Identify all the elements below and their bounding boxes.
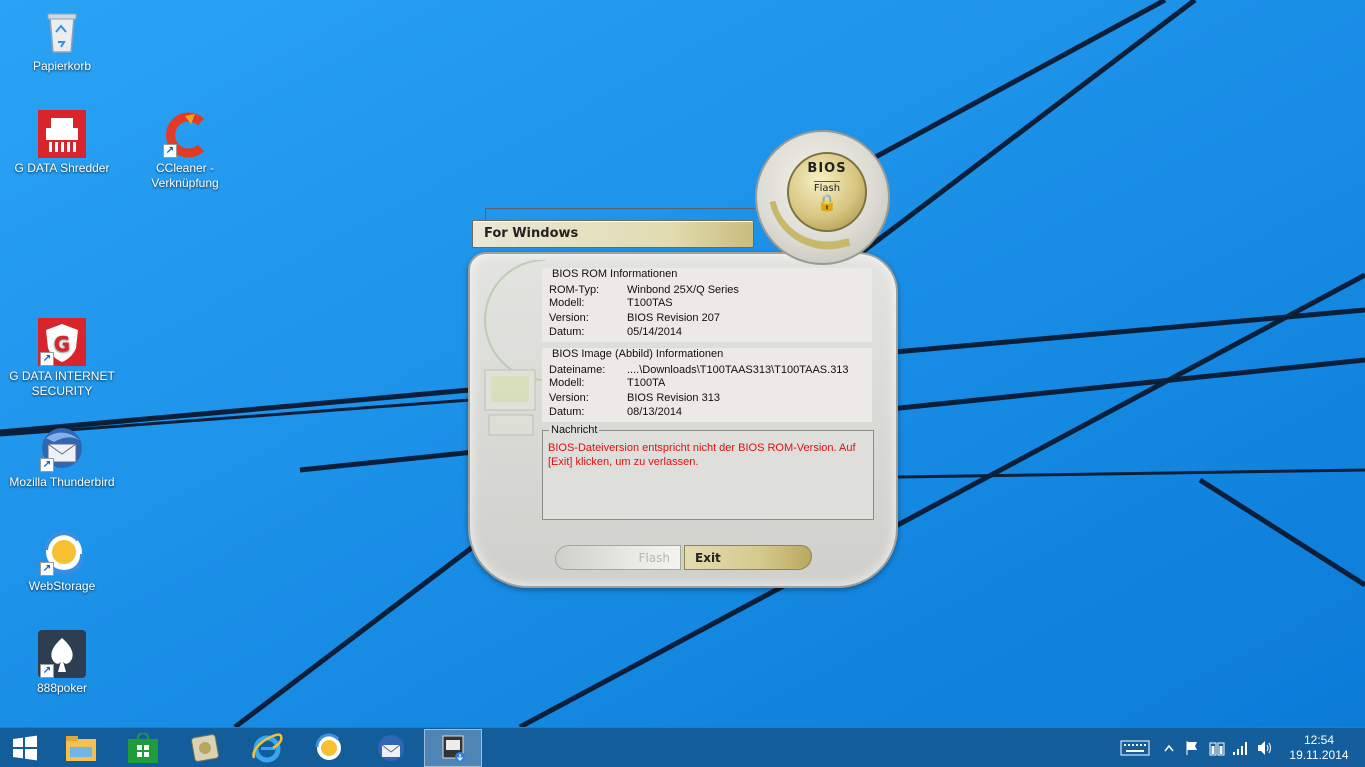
rom-row: Modell: T100TAS [549,297,869,311]
rom-row: Datum: 05/14/2014 [549,326,869,340]
desktop-icon-thunderbird[interactable]: ↗ Mozilla Thunderbird [7,424,117,490]
taskbar-internet-explorer[interactable] [238,729,296,767]
message-box: Nachricht BIOS-Dateiversion entspricht n… [542,424,874,520]
store-icon [128,733,158,763]
rom-info-panel: BIOS ROM Informationen ROM-Typ: Winbond 2… [542,268,872,342]
shortcut-arrow-icon: ↗ [163,144,177,158]
bios-flash-window: For Windows BIOS Flash 🔒 BIOS ROM Inform… [465,130,900,590]
rom-value: 05/14/2014 [627,326,683,338]
badge-inner: BIOS Flash 🔒 [787,152,867,232]
desktop-icon-label: Mozilla Thunderbird [9,475,115,489]
desktop-icon-papierkorb[interactable]: Papierkorb [7,8,117,74]
image-row: Datum: 08/13/2014 [549,406,869,420]
lock-icon: 🔒 [817,193,837,212]
clock-time: 12:54 [1303,733,1335,747]
shortcut-arrow-icon: ↗ [40,562,54,576]
flash-button[interactable]: Flash [555,545,681,570]
taskbar-clock[interactable]: 12:54 19.11.2014 [1289,733,1349,763]
webstorage-icon [315,733,341,760]
start-button[interactable] [0,729,50,767]
show-hidden-icons-icon[interactable] [1164,728,1174,767]
image-key: Version: [549,392,589,404]
bios-tool-icon [191,734,219,762]
internet-explorer-icon [252,733,283,763]
action-center-flag-icon[interactable] [1184,728,1200,767]
ccleaner-icon: ↗ [161,110,209,158]
keyboard-icon[interactable] [1120,728,1150,767]
exit-button[interactable]: Exit [684,545,812,570]
folder-icon [66,736,96,761]
desktop-icon-label: WebStorage [28,579,96,593]
svg-text:G: G [54,332,70,356]
desktop-icon-888poker[interactable]: ↗ 888poker [7,630,117,696]
computer-illustration [484,260,545,436]
recycle-bin-icon [38,8,86,56]
taskbar: 12:54 19.11.2014 [0,727,1365,767]
image-info-panel: BIOS Image (Abbild) Informationen Datein… [542,348,872,422]
image-value: BIOS Revision 313 [627,392,720,404]
rom-row: Version: BIOS Revision 207 [549,312,869,326]
rom-value: T100TAS [627,297,673,309]
taskbar-file-explorer[interactable] [52,729,110,767]
rom-key: ROM-Typ: [549,284,600,296]
image-row: Version: BIOS Revision 313 [549,392,869,406]
desktop-icon-label: G DATA Shredder [14,161,110,175]
battery-icon[interactable] [1208,728,1226,767]
image-row: Modell: T100TA [549,377,869,391]
badge-title: BIOS [807,161,847,176]
image-value: T100TA [627,377,666,389]
desktop-icon-webstorage[interactable]: ↗ WebStorage [7,528,117,594]
rom-key: Version: [549,312,589,324]
message-text: BIOS-Dateiversion entspricht nicht der B… [548,442,856,468]
desktop-icon-ccleaner[interactable]: ↗ CCleaner - Verknüpfung [130,110,240,191]
rom-key: Datum: [549,326,585,338]
volume-icon[interactable] [1256,728,1274,767]
shortcut-arrow-icon: ↗ [40,664,54,678]
rom-value: Winbond 25X/Q Series [627,284,739,296]
image-info-title: BIOS Image (Abbild) Informationen [552,348,724,360]
gdata-security-icon: G ↗ [38,318,86,366]
thunderbird-icon [378,735,404,761]
image-key: Datum: [549,406,585,418]
header-for-windows: For Windows [472,220,754,248]
taskbar-bios-tool[interactable] [176,729,234,767]
image-value: ....\Downloads\T100TAAS313\T100TAAS.313 [627,364,849,376]
bios-flash-badge: BIOS Flash 🔒 [755,130,890,265]
image-key: Dateiname: [549,364,606,376]
rom-info-title: BIOS ROM Informationen [552,268,678,280]
network-signal-icon[interactable] [1232,728,1250,767]
shortcut-arrow-icon: ↗ [40,458,54,472]
message-legend: Nachricht [549,424,600,436]
rom-key: Modell: [549,297,585,309]
taskbar-store[interactable] [114,729,172,767]
thunderbird-icon: ↗ [38,424,86,472]
shortcut-arrow-icon: ↗ [40,352,54,366]
desktop-icon-gdata-security[interactable]: G ↗ G DATA INTERNET SECURITY [7,318,117,399]
bios-chip-icon [442,735,465,762]
taskbar-bios-flash[interactable] [424,729,482,767]
webstorage-icon: ↗ [38,528,86,576]
image-value: 08/13/2014 [627,406,683,418]
desktop-icon-label: Papierkorb [32,59,92,73]
rom-value: BIOS Revision 207 [627,312,720,324]
desktop-icon-gdata-shredder[interactable]: G DATA Shredder [7,110,117,176]
gdata-shredder-icon [38,110,86,158]
desktop-icon-label: 888poker [36,681,88,695]
image-row: Dateiname: ....\Downloads\T100TAAS313\T10… [549,364,869,378]
taskbar-webstorage[interactable] [300,729,358,767]
poker-icon: ↗ [38,630,86,678]
taskbar-thunderbird[interactable] [362,729,420,767]
windows-logo-icon [13,735,37,761]
image-key: Modell: [549,377,585,389]
desktop-icon-label: G DATA INTERNET SECURITY [9,369,115,398]
desktop-icon-label: CCleaner - Verknüpfung [151,161,219,190]
rom-row: ROM-Typ: Winbond 25X/Q Series [549,284,869,298]
clock-date: 19.11.2014 [1289,748,1349,762]
